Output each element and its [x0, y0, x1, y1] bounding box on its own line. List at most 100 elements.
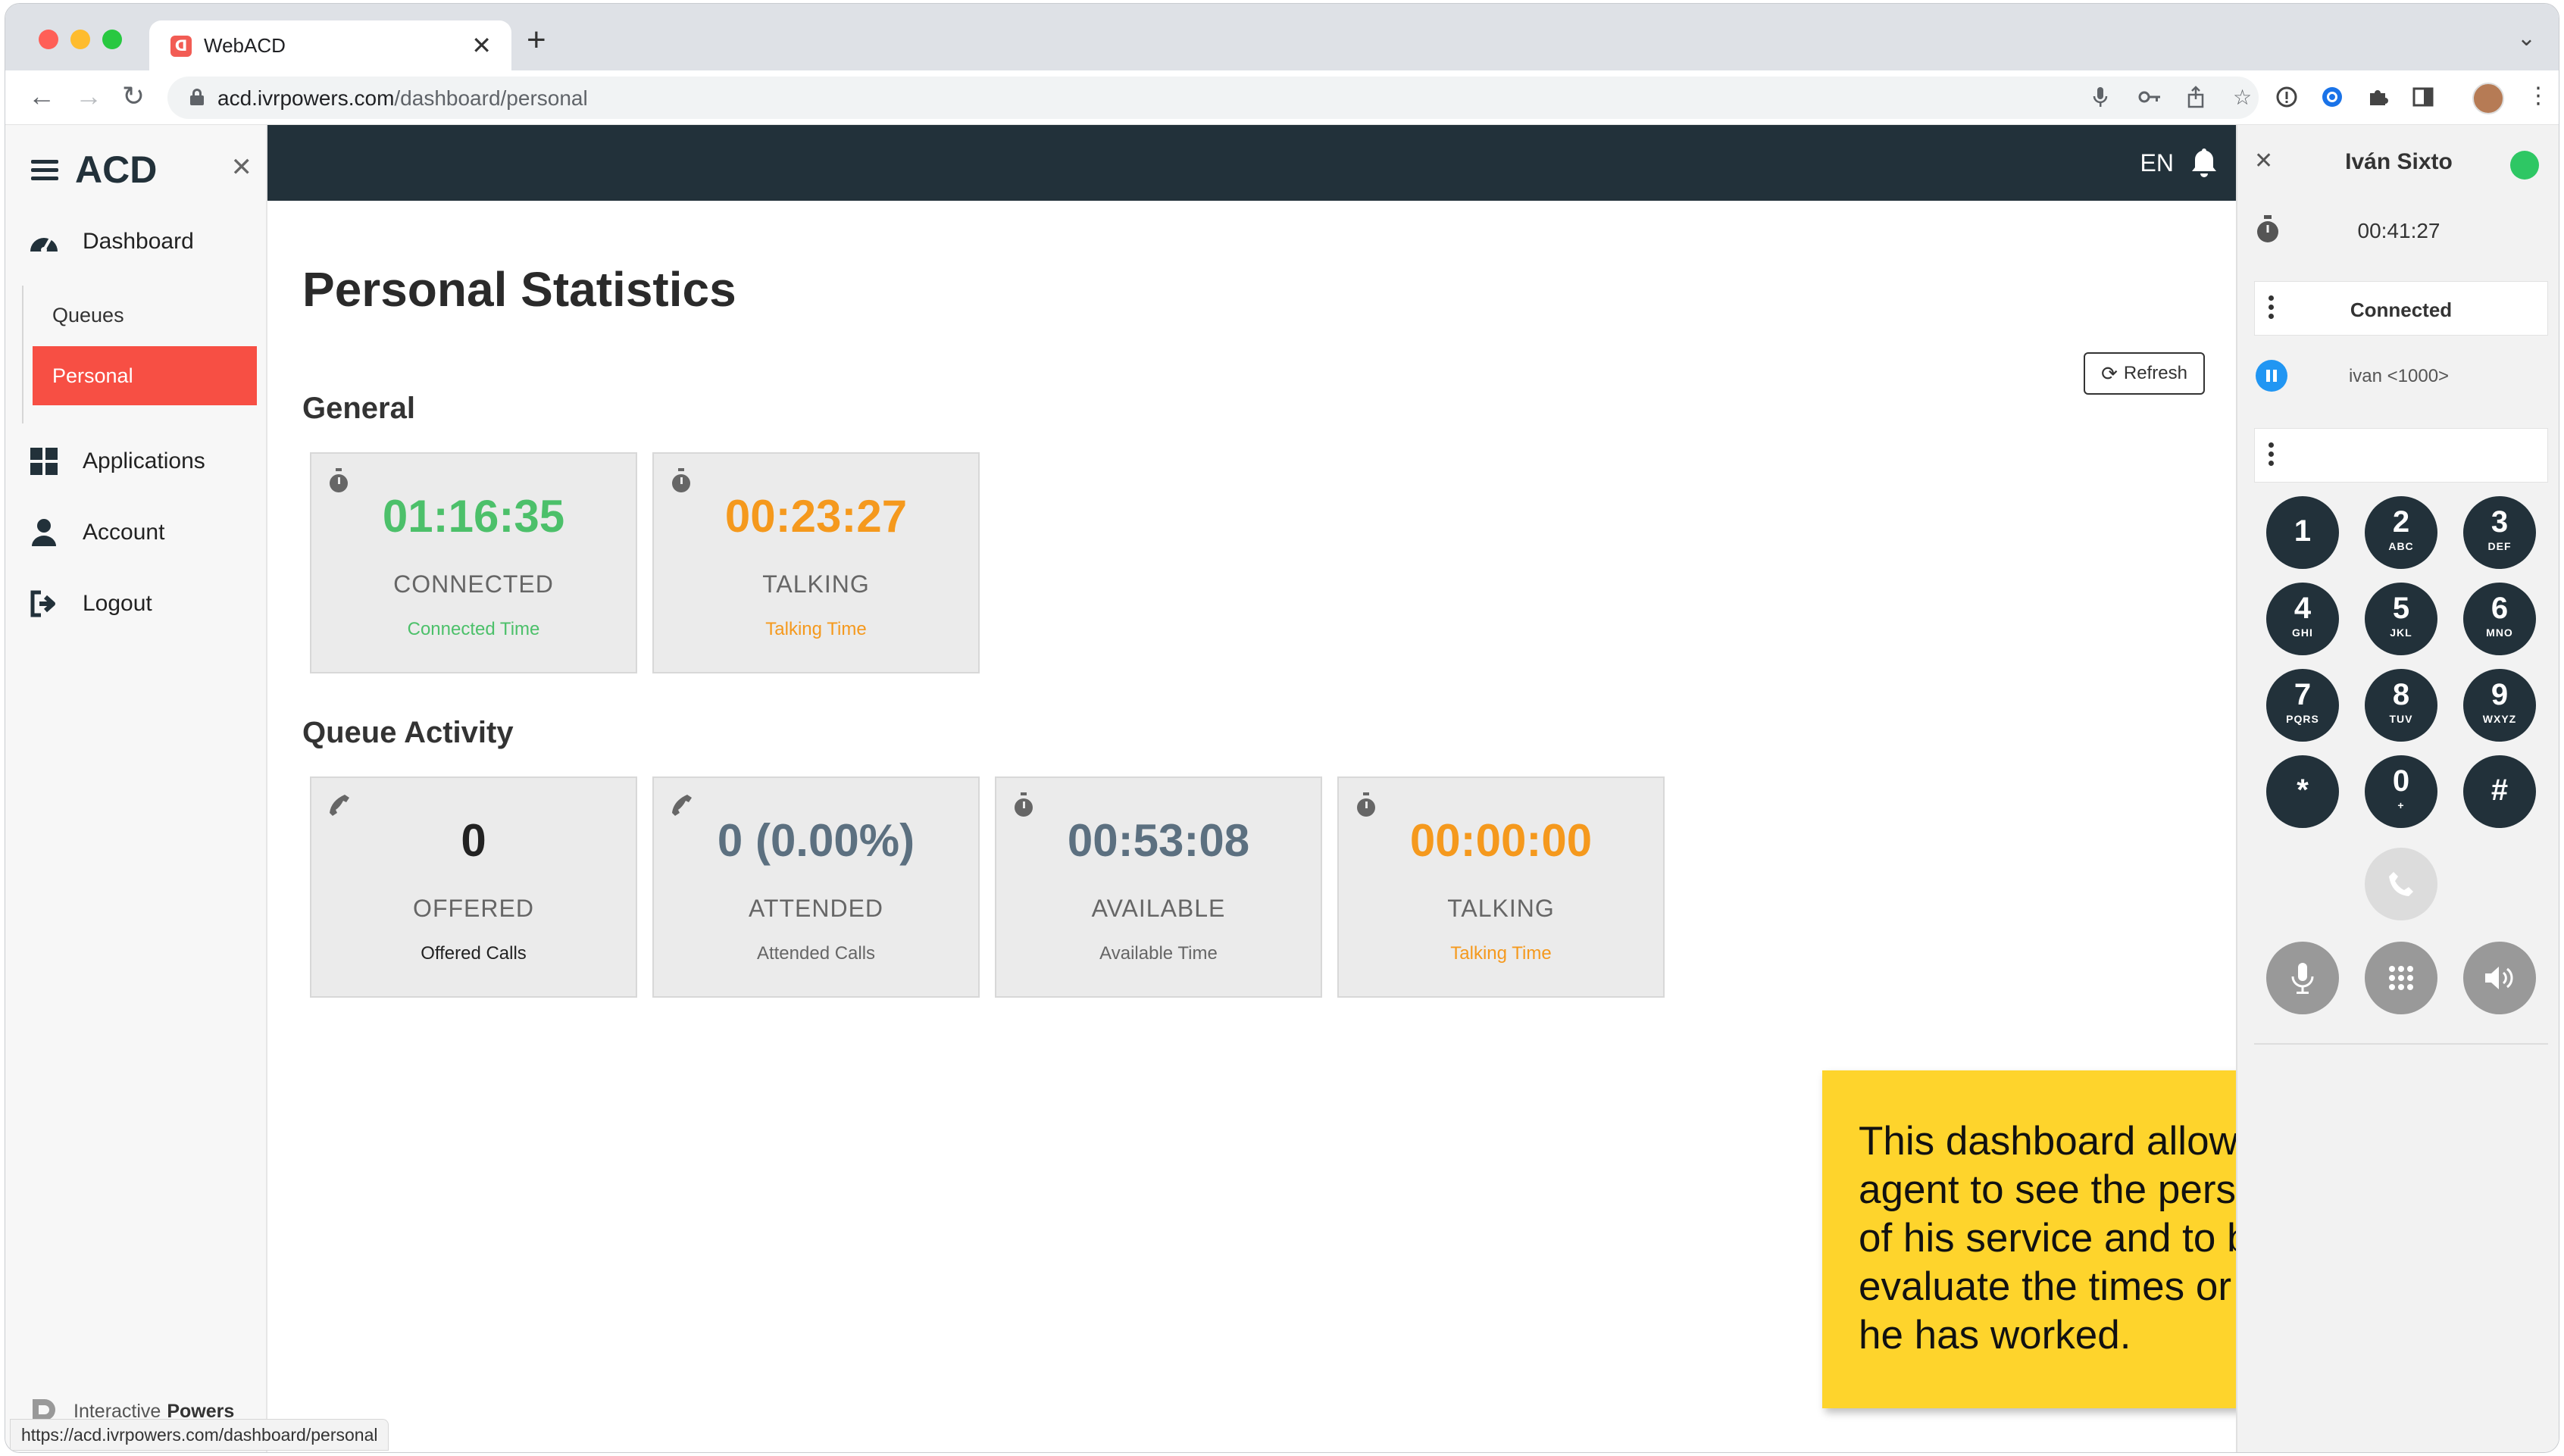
sidebar-subitem-queues[interactable]: Queues — [33, 286, 257, 345]
browser-window: ᗡ WebACD ✕ + ⌄ ← → ↻ acd.ivrpowers.com/d… — [5, 3, 2559, 1453]
call-button[interactable] — [2365, 848, 2437, 920]
dialpad-key-2[interactable]: 2 ABC — [2365, 496, 2437, 569]
extension-blue-circle-icon[interactable] — [2321, 86, 2344, 114]
language-selector[interactable]: EN — [2140, 149, 2174, 177]
refresh-button-label: Refresh — [2123, 363, 2187, 383]
dialpad-key-star[interactable]: * — [2266, 755, 2339, 828]
tab-search-chevron-icon[interactable]: ⌄ — [2517, 25, 2536, 52]
share-icon[interactable] — [2186, 86, 2206, 114]
connection-status-text: Connected — [2350, 298, 2453, 321]
tab-strip: ᗡ WebACD ✕ + ⌄ — [5, 4, 2559, 70]
phone-call-icon — [2389, 872, 2413, 896]
refresh-icon: ⟳ — [2101, 361, 2118, 385]
queue-talking-sub-label: Talking Time — [1450, 943, 1552, 964]
dashboard-gauge-icon — [28, 226, 60, 258]
dialpad-key-1[interactable]: 1 — [2266, 496, 2339, 569]
grid-icon — [28, 445, 60, 477]
sidebar-subitem-label: Queues — [52, 303, 124, 327]
dialpad-key-7[interactable]: 7 PQRS — [2266, 669, 2339, 742]
dialpad-key-8[interactable]: 8 TUV — [2365, 669, 2437, 742]
queue-talking-time-value: 00:00:00 — [1409, 815, 1593, 866]
back-arrow-icon[interactable]: ← — [28, 81, 55, 111]
agent-status-indicator[interactable] — [2510, 151, 2539, 180]
forward-arrow-icon[interactable]: → — [75, 81, 102, 111]
notifications-bell-icon[interactable] — [2189, 146, 2219, 178]
attended-sub-label: Attended Calls — [756, 943, 876, 964]
tab-close-icon[interactable]: ✕ — [471, 31, 492, 60]
options-kebab-icon[interactable] — [2269, 442, 2275, 470]
microphone-icon[interactable] — [2092, 86, 2109, 114]
dialpad-key-9[interactable]: 9 WXYZ — [2463, 669, 2536, 742]
dial-input-box[interactable] — [2254, 428, 2548, 483]
mute-microphone-button[interactable] — [2266, 942, 2339, 1014]
new-tab-button[interactable]: + — [527, 23, 546, 57]
profile-avatar[interactable] — [2472, 83, 2504, 114]
dtmf-keypad-button[interactable] — [2365, 942, 2437, 1014]
sidebar-item-dashboard[interactable]: Dashboard — [28, 220, 194, 263]
webacd-app: ACD ✕ Dashboard Queues Personal Applicat… — [5, 125, 2559, 1452]
minimize-window-button[interactable] — [70, 30, 90, 49]
connected-time-value: 01:16:35 — [382, 491, 565, 542]
url-text[interactable]: acd.ivrpowers.com/dashboard/personal — [217, 86, 588, 111]
talking-time-card: 00:23:27 TALKING Talking Time — [652, 452, 980, 673]
extensions-puzzle-icon[interactable] — [2366, 86, 2389, 114]
dialpad-key-3[interactable]: 3 DEF — [2463, 496, 2536, 569]
reload-icon[interactable]: ↻ — [122, 81, 145, 111]
close-window-button[interactable] — [39, 30, 58, 49]
sidebar-header: ACD ✕ — [25, 148, 252, 193]
microphone-icon — [2291, 963, 2314, 994]
sidebar: ACD ✕ Dashboard Queues Personal Applicat… — [5, 125, 267, 1452]
dialpad-key-6[interactable]: 6 MNO — [2463, 583, 2536, 655]
bookmark-star-icon[interactable]: ☆ — [2233, 86, 2252, 110]
key-icon[interactable] — [2137, 86, 2162, 114]
sidebar-item-label: Logout — [83, 591, 152, 616]
connected-label: CONNECTED — [393, 570, 554, 598]
attended-calls-card: 0 (0.00%) ATTENDED Attended Calls — [652, 776, 980, 998]
refresh-button[interactable]: ⟳ Refresh — [2084, 352, 2205, 395]
queue-activity-section-title: Queue Activity — [302, 716, 514, 749]
connected-time-card: 01:16:35 CONNECTED Connected Time — [310, 452, 637, 673]
offered-label: OFFERED — [413, 895, 534, 922]
dialpad-key-0[interactable]: 0 + — [2365, 755, 2437, 828]
queue-talking-time-card: 00:00:00 TALKING Talking Time — [1337, 776, 1665, 998]
call-timer: 00:41:27 — [2357, 219, 2440, 242]
attended-label: ATTENDED — [748, 895, 884, 922]
available-sub-label: Available Time — [1099, 943, 1218, 964]
sidebar-close-icon[interactable]: ✕ — [231, 152, 253, 183]
connection-status-box[interactable]: Connected — [2254, 281, 2548, 336]
browser-menu-icon[interactable]: ⋮ — [2527, 83, 2550, 109]
user-icon — [28, 517, 60, 548]
connected-sub-label: Connected Time — [407, 619, 540, 639]
submenu-divider — [22, 286, 23, 423]
available-time-value: 00:53:08 — [1067, 815, 1250, 866]
keypad-grid-icon — [2389, 966, 2413, 990]
available-time-card: 00:53:08 AVAILABLE Available Time — [995, 776, 1322, 998]
dialpad-key-hash[interactable]: # — [2463, 755, 2536, 828]
lock-icon — [190, 89, 204, 105]
sidebar-item-account[interactable]: Account — [28, 511, 164, 554]
sidebar-subitem-personal[interactable]: Personal — [33, 346, 257, 405]
logout-icon — [28, 588, 60, 620]
dialpad-key-5[interactable]: 5 JKL — [2365, 583, 2437, 655]
speaker-volume-icon — [2485, 967, 2513, 989]
maximize-window-button[interactable] — [102, 30, 122, 49]
offered-calls-value: 0 — [461, 815, 486, 866]
dialpad-key-4[interactable]: 4 GHI — [2266, 583, 2339, 655]
queue-talking-label: TALKING — [1447, 895, 1555, 922]
sidebar-item-label: Account — [83, 520, 165, 545]
extension-info-icon[interactable] — [2275, 86, 2298, 114]
top-bar: EN — [267, 125, 2236, 201]
browser-tab[interactable]: ᗡ WebACD ✕ — [149, 20, 511, 70]
softphone-divider — [2254, 1043, 2548, 1045]
side-panel-icon[interactable] — [2412, 86, 2434, 114]
hamburger-menu-icon[interactable] — [31, 160, 58, 181]
sidebar-item-logout[interactable]: Logout — [28, 583, 152, 625]
address-bar[interactable]: acd.ivrpowers.com/dashboard/personal ☆ — [167, 77, 2259, 119]
speaker-button[interactable] — [2463, 942, 2536, 1014]
talking-time-value: 00:23:27 — [724, 491, 908, 542]
sidebar-item-label: Dashboard — [83, 229, 194, 254]
sidebar-subitem-label: Personal — [52, 364, 133, 387]
favicon-icon: ᗡ — [170, 36, 192, 57]
sidebar-item-applications[interactable]: Applications — [28, 440, 205, 483]
main-content: Personal Statistics ⟳ Refresh General 01… — [267, 201, 2456, 1452]
